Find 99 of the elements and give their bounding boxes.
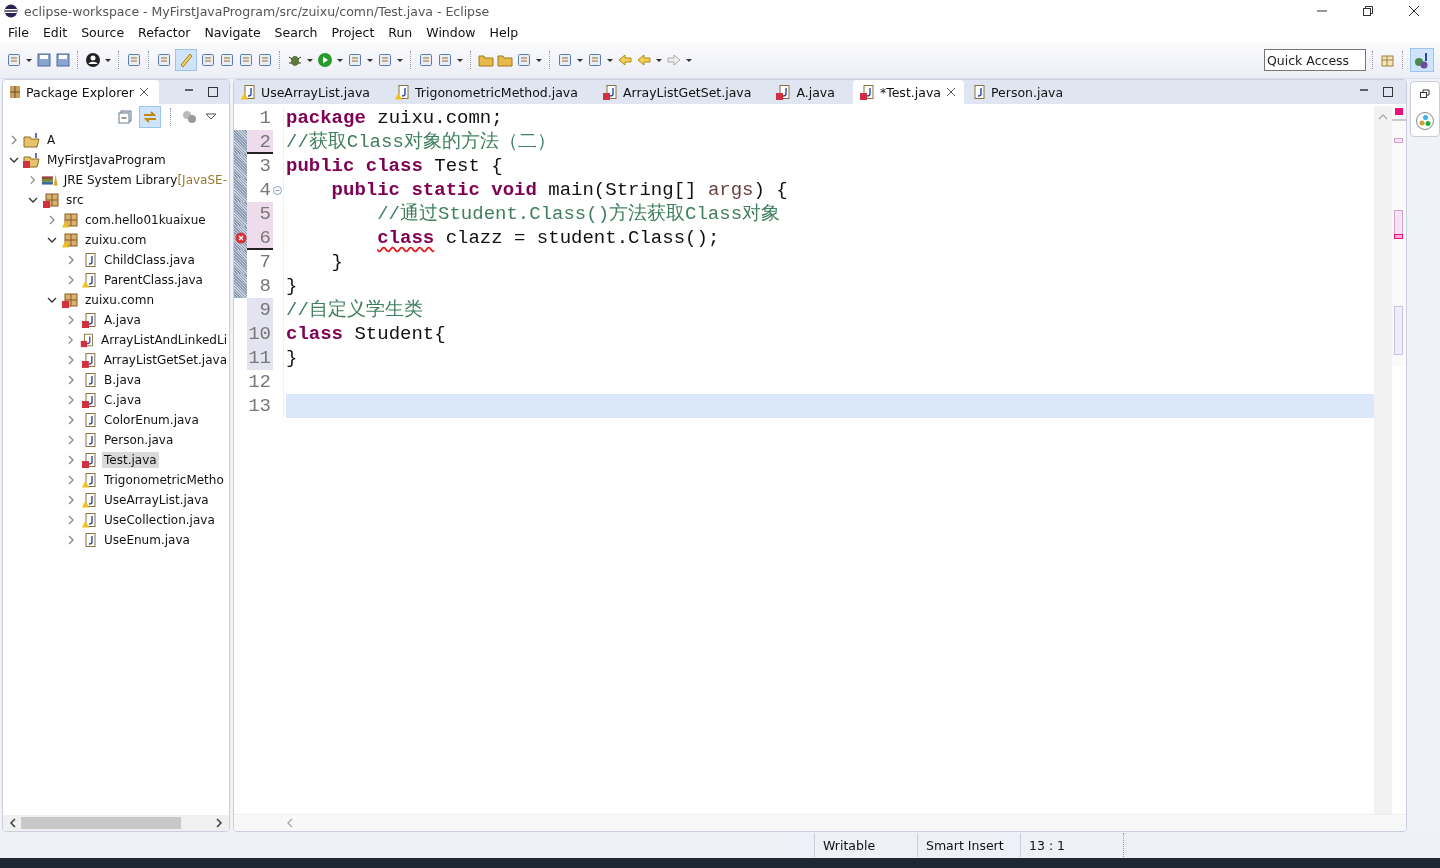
close-icon[interactable] [1408,5,1420,17]
code-line: public class Test { [286,154,503,178]
user-icon[interactable] [85,52,101,68]
scroll-up-icon[interactable] [1377,112,1389,122]
tree-item[interactable]: ParentClass.java [102,272,205,288]
restore-icon[interactable] [1419,87,1431,100]
line-number: 5 [247,202,273,226]
tree-item[interactable]: com.hello01kuaixue [83,212,208,228]
menu-item[interactable]: Window [420,24,482,40]
tree-item[interactable]: C.java [102,392,144,408]
collapse-all-icon[interactable] [117,109,133,125]
status-field: 13 : 1 [1020,833,1123,857]
editor-tab[interactable]: ArrayListGetSet.java [595,80,770,104]
tool-icon[interactable] [377,52,393,68]
tree-item[interactable]: src [64,192,86,208]
line-number: 10 [247,322,273,346]
save-icon[interactable] [36,52,52,68]
tree-item[interactable]: UseArrayList.java [102,492,211,508]
tree-item[interactable]: JRE System Library[JavaSE- [61,172,229,188]
code-line: } [330,250,343,274]
code-line: public static void main(String[] args) { [330,178,788,202]
code-line: //通过Student.Class()方法获取Class对象 [376,202,781,226]
open-perspective-icon[interactable] [1380,52,1396,68]
menu-item[interactable]: Refactor [132,24,197,40]
window-title: eclipse-workspace - MyFirstJavaProgram/src/zuixu/comn/Test.java - Eclipse [24,3,490,19]
tool-icon[interactable] [219,52,235,68]
editor-tab[interactable]: A.java [769,80,853,104]
tool-icon[interactable] [6,52,22,68]
folder-icon[interactable] [478,52,494,68]
tool-icon[interactable] [587,52,603,68]
filter-icon[interactable] [181,109,197,125]
tree-item[interactable]: B.java [102,372,144,388]
menu-item[interactable]: Run [382,24,419,40]
menu-item[interactable]: Edit [36,24,74,40]
save-icon[interactable] [55,52,71,68]
editor-tab[interactable]: UseArrayList.java [234,80,389,104]
run-icon[interactable] [317,52,333,68]
tree-item[interactable]: ColorEnum.java [102,412,201,428]
menu-item[interactable]: File [2,24,35,40]
scrollbar-thumb[interactable] [21,817,181,829]
tool-icon[interactable] [347,52,363,68]
code-line: //获取Class对象的方法（二） [286,130,556,154]
tool-icon[interactable] [126,52,142,68]
line-number: 11 [247,346,273,370]
tree-item[interactable]: ChildClass.java [102,252,197,268]
tool-icon[interactable] [418,52,434,68]
editor-tab[interactable]: *Test.java [852,80,964,104]
tree-item[interactable]: UseCollection.java [102,512,217,528]
line-number: 9 [247,298,273,322]
tool-icon[interactable] [257,52,273,68]
outline-view-icon[interactable] [1415,110,1435,131]
tool-icon[interactable] [437,52,453,68]
folder-icon[interactable] [497,52,513,68]
tool-icon[interactable] [238,52,254,68]
code-line: //自定义学生类 [286,298,423,322]
menu-item[interactable]: Search [268,24,324,40]
highlight-tool-icon[interactable] [175,49,197,71]
menu-item[interactable]: Source [75,24,131,40]
code-line: class clazz = student.Class(); [376,226,720,250]
maximize-icon[interactable] [1382,86,1394,98]
view-tab[interactable]: Package Explorer [3,80,159,104]
tree-item[interactable]: Person.java [102,432,176,448]
tool-icon[interactable] [200,52,216,68]
close-icon[interactable] [945,87,956,97]
restore-icon[interactable] [1362,5,1374,17]
tree-item[interactable]: Test.java [102,452,159,468]
code-line: package zuixu.comn; [286,106,503,130]
tree-item[interactable]: zuixu.comn [83,292,156,308]
tree-item[interactable]: A.java [102,312,143,328]
package-icon [9,85,21,99]
code-line: class Student{ [286,322,446,346]
tree-item[interactable]: A [45,132,58,148]
line-number: 6 [247,226,273,250]
editor-tab[interactable]: TrigonometricMethod.java [388,80,596,104]
close-icon[interactable] [138,87,149,97]
tool-icon[interactable] [516,52,532,68]
tree-item[interactable]: TrigonometricMetho [102,472,226,488]
tree-item[interactable]: zuixu.com [83,232,149,248]
editor-tab[interactable]: Person.java [963,80,1082,104]
java-perspective-icon[interactable] [1410,48,1434,72]
quick-access-field[interactable]: Quick Access [1264,49,1366,71]
menu-item[interactable]: Navigate [198,24,267,40]
tree-item[interactable]: MyFirstJavaProgram [45,152,168,168]
tree-item[interactable]: ArrayListGetSet.java [101,352,229,368]
status-field: Smart Insert [917,833,1020,857]
status-field: Writable [814,833,917,857]
tool-icon[interactable] [557,52,573,68]
code-line: } [286,346,298,370]
code-line: } [286,274,298,298]
maximize-icon[interactable] [207,86,219,98]
menu-item[interactable]: Help [483,24,525,40]
link-icon[interactable] [139,106,161,128]
eclipse-logo-icon [4,4,18,18]
tree-item[interactable]: ArrayListAndLinkedLi [99,332,229,348]
tool-icon[interactable] [156,52,172,68]
menu-item[interactable]: Project [325,24,381,40]
fold-icon[interactable] [273,185,282,195]
line-number: 2 [247,130,273,154]
tree-item[interactable]: UseEnum.java [102,532,192,548]
